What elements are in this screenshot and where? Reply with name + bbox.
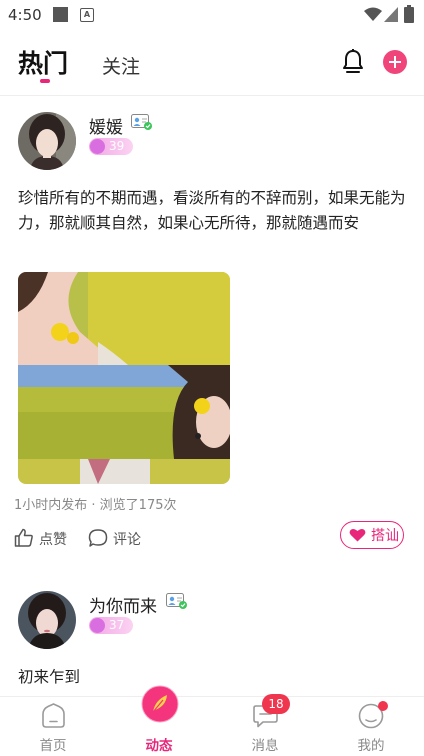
avatar[interactable]	[18, 112, 76, 170]
heart-icon	[349, 528, 366, 542]
username[interactable]: 媛媛	[89, 113, 123, 138]
level-icon	[90, 618, 105, 633]
chat-up-label: 搭讪	[371, 528, 399, 544]
nav-mine-label: 我的	[357, 738, 385, 754]
bell-icon[interactable]	[341, 48, 365, 75]
status-time: 4:50	[8, 6, 42, 24]
battery-icon	[404, 5, 414, 23]
nav-moments-label: 动态	[145, 738, 173, 754]
level-number: 39	[109, 139, 125, 153]
username[interactable]: 为你而来	[89, 592, 157, 617]
comment-label[interactable]: 评论	[113, 529, 141, 549]
chat-up-button[interactable]: 搭讪	[340, 521, 404, 549]
moments-feather-icon	[141, 685, 179, 723]
post-text: 初来乍到	[18, 668, 81, 686]
id-verified-icon	[131, 114, 152, 130]
tab-hot[interactable]: 热门	[18, 44, 68, 80]
home-icon	[42, 703, 65, 728]
notification-a-icon: A	[80, 8, 94, 22]
status-bar: 4:50 A	[0, 0, 424, 30]
like-icon[interactable]	[14, 528, 34, 547]
post-photo[interactable]	[18, 272, 230, 484]
tab-follow[interactable]: 关注	[102, 52, 140, 79]
post-text: 珍惜所有的不期而遇，看淡所有的不辞而别，如果无能为力，那就顺其自然，如果心无所待…	[18, 189, 406, 232]
wifi-icon	[364, 7, 382, 21]
create-post-button[interactable]	[383, 50, 407, 74]
id-verified-icon	[166, 593, 187, 609]
nav-home[interactable]: 首页	[0, 697, 106, 756]
nav-messages-label: 消息	[251, 738, 279, 754]
new-notification-dot	[378, 701, 388, 711]
comment-icon[interactable]	[88, 528, 108, 548]
level-icon	[90, 139, 105, 154]
bottom-nav: 首页 动态 消息 18 我的	[0, 685, 424, 756]
unread-count-badge: 18	[262, 694, 290, 714]
notification-square-icon	[53, 7, 68, 22]
like-label[interactable]: 点赞	[39, 529, 67, 549]
nav-moments[interactable]: 动态	[106, 685, 212, 756]
avatar[interactable]	[18, 591, 76, 649]
signal-icon	[384, 7, 398, 22]
nav-mine[interactable]: 我的	[318, 697, 424, 756]
active-tab-indicator	[40, 79, 50, 83]
nav-home-label: 首页	[39, 738, 67, 754]
level-number: 37	[109, 618, 125, 632]
post-meta: 1小时内发布 · 浏览了175次	[14, 498, 177, 513]
level-badge: 39	[89, 138, 133, 155]
level-badge: 37	[89, 617, 133, 634]
header-divider	[0, 95, 424, 96]
